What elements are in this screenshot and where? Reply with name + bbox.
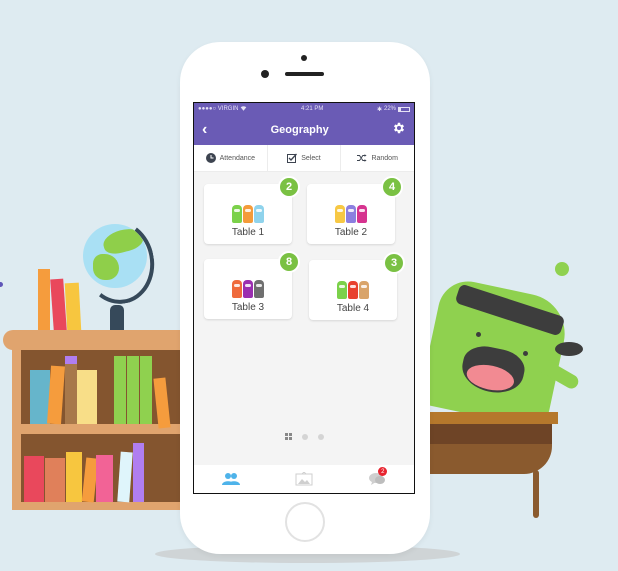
monster-eye <box>523 351 528 356</box>
table-card[interactable]: Table 4 3 <box>309 252 405 320</box>
monster-avatar <box>348 281 358 299</box>
front-camera <box>261 70 269 78</box>
tab-messages[interactable]: 2 <box>365 467 389 489</box>
book <box>133 443 144 502</box>
globe-icon <box>83 224 147 288</box>
globe-stand <box>110 305 124 332</box>
book <box>65 356 77 424</box>
book <box>45 458 65 502</box>
monster-avatar <box>335 205 345 223</box>
book <box>24 456 44 502</box>
table-name: Table 3 <box>231 302 265 313</box>
tab-class-story[interactable] <box>292 469 316 489</box>
tab-students[interactable] <box>219 469 243 489</box>
shuffle-icon <box>357 154 368 162</box>
student-count-badge: 4 <box>381 176 403 198</box>
carrier-label: ●●●●○ VIRGIN <box>198 106 239 112</box>
book <box>77 370 97 424</box>
page-dot[interactable] <box>317 433 324 440</box>
book <box>66 452 82 502</box>
page-title: Geography <box>270 124 329 136</box>
bottom-tab-bar: 2 <box>194 465 414 493</box>
page-indicator <box>194 433 414 440</box>
page-dot[interactable] <box>301 433 308 440</box>
random-label: Random <box>371 154 398 162</box>
desk <box>420 424 552 474</box>
monster-avatar <box>346 205 356 223</box>
table-name: Table 1 <box>231 227 265 238</box>
book <box>140 356 152 424</box>
bluetooth-icon: ✱ <box>376 106 382 113</box>
desk-top <box>420 412 558 424</box>
random-button[interactable]: Random <box>341 145 414 171</box>
student-count-badge: 8 <box>278 251 300 273</box>
monster-avatar <box>357 205 367 223</box>
student-count-badge: 3 <box>383 252 405 274</box>
monster-group-avatar <box>232 276 264 298</box>
monster-avatar <box>232 205 242 223</box>
monster-group-avatar <box>337 277 369 299</box>
book <box>38 269 50 331</box>
monster-group-avatar <box>335 201 367 223</box>
action-toolbar: Attendance Select Random <box>194 145 414 172</box>
battery-icon <box>398 106 410 112</box>
monster-avatar <box>243 280 253 298</box>
monster-avatar <box>254 205 264 223</box>
gear-icon <box>393 122 405 133</box>
attendance-button[interactable]: Attendance <box>194 145 268 171</box>
monster-eye <box>476 332 481 337</box>
table-card[interactable]: Table 1 2 <box>204 176 300 244</box>
table-name: Table 2 <box>334 227 368 238</box>
checkbox-icon <box>287 153 298 163</box>
wifi-icon <box>240 105 247 113</box>
nav-bar: ‹ Geography <box>194 115 414 145</box>
select-label: Select <box>301 154 321 162</box>
book <box>114 356 126 424</box>
clock-icon <box>205 153 216 163</box>
settings-button[interactable] <box>392 121 406 140</box>
monster-avatar <box>337 281 347 299</box>
monster-avatar <box>254 280 264 298</box>
app-screen: ●●●●○ VIRGIN 4:21 PM ✱ 22% ‹ Geography A… <box>193 102 415 494</box>
status-bar: ●●●●○ VIRGIN 4:21 PM ✱ 22% <box>194 103 414 115</box>
select-button[interactable]: Select <box>268 145 342 171</box>
tables-grid: Table 1 2 Table 2 4 Table 3 8 Table 4 3 <box>194 172 414 462</box>
monster-avatar <box>232 280 242 298</box>
student-count-badge: 2 <box>278 176 300 198</box>
book <box>96 455 113 502</box>
monster-avatar <box>243 205 253 223</box>
book <box>64 282 82 332</box>
table-name: Table 4 <box>336 303 370 314</box>
decorative-dot <box>0 282 3 287</box>
monster-group-avatar <box>232 201 264 223</box>
chevron-left-icon[interactable]: ‹ <box>202 122 207 138</box>
book <box>127 356 139 424</box>
attendance-label: Attendance <box>219 154 256 162</box>
monster-avatar <box>359 281 369 299</box>
monster-headband-knot <box>555 342 583 356</box>
proximity-sensor <box>301 55 307 61</box>
table-card[interactable]: Table 3 8 <box>204 251 300 319</box>
table-card[interactable]: Table 2 4 <box>307 176 403 244</box>
speaker-grille <box>285 72 324 76</box>
picture-icon <box>295 472 313 486</box>
students-icon <box>221 473 240 485</box>
home-button[interactable] <box>285 502 325 542</box>
desk-leg <box>533 470 539 518</box>
grid-page-icon[interactable] <box>284 433 292 440</box>
bookshelf-top <box>3 330 183 350</box>
battery-percent: 22% <box>383 106 396 112</box>
clock-time: 4:21 PM <box>301 106 324 112</box>
